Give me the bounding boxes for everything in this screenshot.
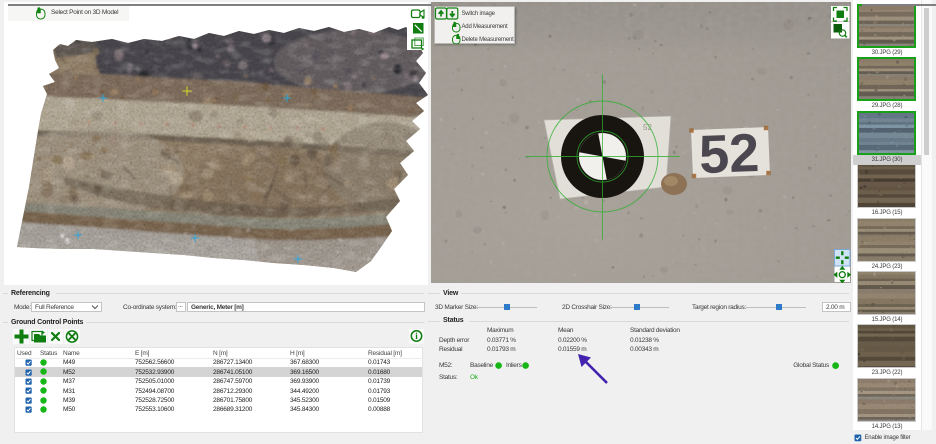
svg-text:52: 52: [698, 123, 760, 185]
